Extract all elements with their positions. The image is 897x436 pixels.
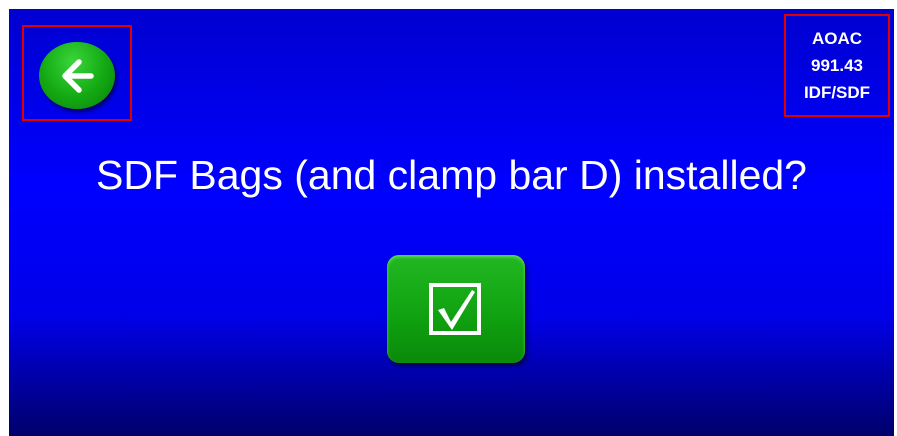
back-button[interactable] bbox=[39, 42, 115, 109]
arrow-left-icon bbox=[62, 59, 94, 93]
method-line-2: 991.43 bbox=[811, 56, 863, 75]
method-line-3: IDF/SDF bbox=[803, 83, 871, 102]
method-line-1: AOAC bbox=[811, 29, 863, 48]
confirm-button[interactable] bbox=[387, 255, 525, 363]
screen-panel: AOAC 991.43 IDF/SDF SDF Bags (and clamp … bbox=[9, 9, 894, 436]
checkbox-check-icon bbox=[429, 283, 481, 335]
question-text: SDF Bags (and clamp bar D) installed? bbox=[96, 152, 807, 198]
method-label: AOAC 991.43 IDF/SDF bbox=[784, 14, 890, 117]
